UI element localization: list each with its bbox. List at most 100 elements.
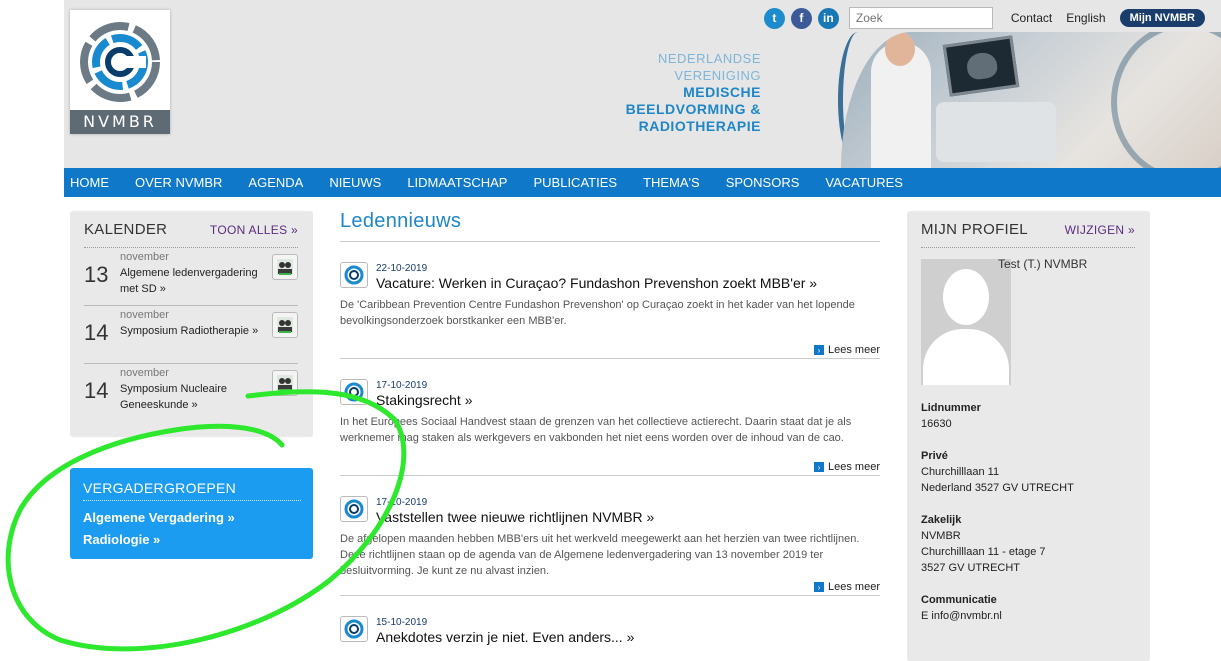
left-gutter [0, 0, 64, 661]
meeting-icon[interactable] [272, 254, 298, 280]
event-day: 14 [84, 320, 109, 345]
kalender-event: 14 november Symposium Nucleaire Geneesku… [84, 364, 298, 422]
lees-meer-label: Lees meer [828, 581, 880, 593]
tagline-line: VERENIGING [674, 68, 761, 83]
profiel-title: MIJN PROFIEL [921, 221, 1028, 238]
toon-alles-link[interactable]: TOON ALLES » [210, 223, 298, 237]
communicatie-label: Communicatie [921, 594, 997, 606]
nvmbr-logo[interactable]: NVMBR [70, 10, 170, 134]
prive-block: Privé Churchilllaan 11 Nederland 3527 GV… [921, 448, 1074, 496]
profiel-header: MIJN PROFIEL WIJZIGEN » [921, 221, 1135, 248]
mijn-profiel-box: MIJN PROFIEL WIJZIGEN » Test (T.) NVMBR … [907, 211, 1150, 661]
search-input[interactable] [848, 7, 993, 29]
prive-label: Privé [921, 450, 948, 462]
profile-name: Test (T.) NVMBR [998, 257, 1088, 271]
tagline-line: RADIOTHERAPIE [638, 118, 761, 134]
vergadergroep-link[interactable]: Algemene Vergadering » [83, 510, 235, 525]
event-day: 14 [84, 378, 109, 403]
news-title-link[interactable]: Anekdotes verzin je niet. Even anders...… [376, 629, 634, 645]
meeting-icon[interactable] [272, 370, 298, 396]
communicatie-block: Communicatie E info@nvmbr.nl [921, 592, 1002, 624]
news-title-link[interactable]: Vaststellen twee nieuwe richtlijnen NVMB… [376, 509, 654, 525]
event-title-link[interactable]: Algemene ledenvergadering met SD » [120, 265, 265, 297]
top-bar: t f in Contact English Mijn NVMBR [763, 6, 1205, 30]
kalender-title: KALENDER [84, 221, 168, 238]
lees-meer-link[interactable]: › Lees meer [814, 344, 880, 356]
nav-item-sponsors[interactable]: SPONSORS [713, 168, 813, 197]
zakelijk-address-line: 3527 GV UTRECHT [921, 562, 1021, 574]
linkedin-icon[interactable]: in [817, 7, 839, 29]
kalender-header: KALENDER TOON ALLES » [84, 221, 298, 248]
zakelijk-block: Zakelijk NVMBR Churchilllaan 11 - etage … [921, 512, 1046, 576]
vergadergroep-link[interactable]: Radiologie » [83, 532, 160, 547]
avatar-head [943, 269, 989, 325]
english-link[interactable]: English [1066, 11, 1105, 25]
lees-meer-label: Lees meer [828, 344, 880, 356]
zakelijk-address-line: Churchilllaan 11 - etage 7 [921, 546, 1046, 558]
nav-item-lidmaatschap[interactable]: LIDMAATSCHAP [394, 168, 520, 197]
nav-item-nieuws[interactable]: NIEUWS [316, 168, 394, 197]
arrow-right-icon: › [814, 345, 825, 355]
communicatie-email: E info@nvmbr.nl [921, 610, 1002, 622]
prive-address-line: Churchilllaan 11 [921, 466, 1000, 478]
kalender-event: 13 november Algemene ledenvergadering me… [84, 248, 298, 306]
tagline-line: BEELDVORMING & [625, 101, 761, 117]
kalender-box: KALENDER TOON ALLES » 13 november Algeme… [70, 211, 313, 437]
news-item: 17-10-2019 Vaststellen twee nieuwe richt… [340, 476, 880, 596]
lees-meer-link[interactable]: › Lees meer [814, 461, 880, 473]
prive-address-line: Nederland 3527 GV UTRECHT [921, 482, 1074, 494]
nav-item-agenda[interactable]: AGENDA [235, 168, 316, 197]
facebook-icon[interactable]: f [790, 7, 812, 29]
news-body: De afgelopen maanden hebben MBB'ers uit … [340, 533, 860, 577]
news-body: De 'Caribbean Prevention Centre Fundasho… [340, 299, 855, 327]
nav-item-publicaties[interactable]: PUBLICATIES [520, 168, 630, 197]
site-header: NVMBR NEDERLANDSE VERENIGING MEDISCHE BE… [64, 0, 1221, 168]
hero-ring [1111, 32, 1221, 168]
twitter-icon[interactable]: t [763, 7, 785, 29]
news-title-link[interactable]: Stakingsrecht » [376, 392, 473, 408]
lidnummer-value: 16630 [921, 418, 952, 430]
nav-item-home[interactable]: HOME [64, 168, 122, 197]
news-body: In het Europees Sociaal Handvest staan d… [340, 416, 852, 444]
contact-link[interactable]: Contact [1011, 11, 1052, 25]
arrow-right-icon: › [814, 582, 825, 592]
tagline: NEDERLANDSE VERENIGING MEDISCHE BEELDVOR… [626, 50, 761, 135]
lees-meer-label: Lees meer [828, 461, 880, 473]
event-title-link[interactable]: Symposium Nucleaire Geneeskunde » [120, 381, 265, 413]
ultrasound-screen [942, 35, 1020, 97]
logo-text: NVMBR [70, 110, 170, 134]
lees-meer-link[interactable]: › Lees meer [814, 581, 880, 593]
avatar-body [923, 329, 1009, 385]
event-month: november [120, 367, 169, 379]
lidnummer-label: Lidnummer [921, 402, 981, 414]
news-date: 17-10-2019 [376, 497, 428, 508]
meeting-icon[interactable] [272, 312, 298, 338]
arrow-right-icon: › [814, 462, 825, 472]
tagline-line: MEDISCHE [683, 84, 761, 100]
zakelijk-label: Zakelijk [921, 514, 962, 526]
news-date: 22-10-2019 [376, 263, 428, 274]
nvmbr-news-icon [340, 496, 368, 522]
main-nav: HOME OVER NVMBR AGENDA NIEUWS LIDMAATSCH… [64, 168, 1221, 197]
event-day: 13 [84, 262, 109, 287]
hero-photo [841, 32, 1221, 168]
news-title-link[interactable]: Vacature: Werken in Curaçao? Fundashon P… [376, 275, 817, 291]
news-date: 15-10-2019 [376, 617, 428, 628]
nvmbr-news-icon [340, 379, 368, 405]
avatar [921, 259, 1011, 385]
hero-person-head [885, 32, 915, 66]
nav-item-themas[interactable]: THEMA'S [630, 168, 713, 197]
wijzigen-link[interactable]: WIJZIGEN » [1065, 223, 1135, 237]
nav-item-vacatures[interactable]: VACATURES [812, 168, 916, 197]
ledennieuws-title: Ledennieuws [340, 210, 880, 242]
event-title-link[interactable]: Symposium Radiotherapie » [120, 323, 265, 339]
zakelijk-address-line: NVMBR [921, 530, 961, 542]
mijn-nvmbr-button[interactable]: Mijn NVMBR [1119, 9, 1205, 27]
nvmbr-news-icon [340, 616, 368, 642]
nav-item-over-nvmbr[interactable]: OVER NVMBR [122, 168, 235, 197]
event-month: november [120, 309, 169, 321]
nvmbr-news-icon [340, 262, 368, 288]
vergadergroepen-title: VERGADERGROEPEN [83, 480, 301, 501]
logo-emblem-icon [80, 22, 160, 102]
kalender-event: 14 november Symposium Radiotherapie » [84, 306, 298, 364]
